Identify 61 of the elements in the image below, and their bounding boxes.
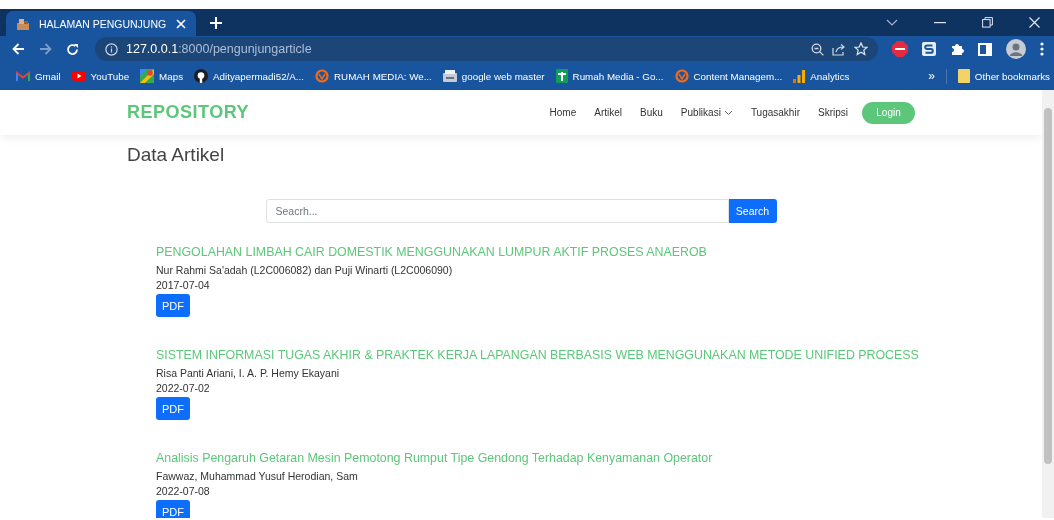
search-field[interactable]: Seacrh...: [265, 199, 729, 223]
scrollbar-thumb[interactable]: [1044, 108, 1052, 464]
round-logo-icon: [194, 69, 209, 83]
close-icon[interactable]: [1029, 17, 1040, 28]
bookmark[interactable]: Adityapermadi52/A...: [213, 70, 304, 82]
pdf-button[interactable]: PDF: [156, 397, 190, 420]
ring-logo-icon: [674, 69, 689, 83]
bookmark[interactable]: Content Managem...: [693, 70, 783, 82]
bookmark[interactable]: Analytics: [810, 70, 850, 82]
zoom-icon[interactable]: [811, 42, 824, 56]
bookmark[interactable]: Rumah Media - Go...: [572, 70, 664, 82]
nav-link[interactable]: Tugasakhir: [750, 107, 800, 118]
back-icon[interactable]: [12, 43, 25, 55]
new-tab-icon[interactable]: [210, 17, 222, 29]
bookmark[interactable]: YouTube: [90, 70, 130, 82]
mail-icon: [16, 70, 30, 82]
bookmark[interactable]: Gmail: [35, 70, 61, 82]
bookmark[interactable]: Other bookmarks: [974, 70, 1050, 82]
ring-logo-icon: [315, 69, 329, 83]
article-authors: Fawwaz, Muhammad Yusuf Herodian, Sam: [156, 469, 359, 484]
restore-icon[interactable]: [982, 17, 993, 28]
avatar-icon[interactable]: [1006, 39, 1026, 59]
search-button[interactable]: Search: [728, 199, 777, 223]
bookmark[interactable]: google web master: [461, 70, 545, 82]
article-authors: Risa Panti Ariani, I. A. P. Hemy Ekayani: [156, 366, 341, 381]
tray-icon: [442, 70, 457, 82]
nav-link[interactable]: Buku: [640, 107, 663, 118]
menu-icon[interactable]: [1040, 42, 1044, 56]
chevron-down-icon[interactable]: [886, 18, 898, 27]
address-bar[interactable]: 127.0.0.1:8000/pengunjungarticle: [95, 37, 878, 61]
star-icon[interactable]: [854, 42, 868, 56]
minimize-icon[interactable]: [934, 21, 946, 24]
info-icon[interactable]: [105, 42, 118, 56]
bookmark[interactable]: RUMAH MEDIA: We...: [334, 70, 432, 82]
article-date: 2022-07-08: [156, 484, 211, 499]
overflow-button[interactable]: »: [928, 69, 935, 83]
nav-link[interactable]: Home: [549, 107, 577, 118]
article-authors: Nur Rahmi Sa'adah (L2C006082) dan Puji Winarti (L2C006090): [156, 263, 454, 278]
bar-chart-icon: [793, 69, 806, 83]
play-icon: [71, 71, 86, 81]
share-icon[interactable]: [832, 42, 846, 56]
reload-icon[interactable]: [66, 42, 79, 56]
side-panel-icon[interactable]: [978, 42, 992, 56]
page-icon: [16, 16, 30, 31]
extension-s-icon[interactable]: [922, 42, 936, 56]
pdf-button[interactable]: PDF: [156, 500, 190, 518]
url-text: 127.0.0.1:8000/pengunjungarticle: [126, 42, 312, 56]
map-icon: [140, 69, 155, 83]
sheet-icon: [555, 69, 568, 83]
stop-sign-icon[interactable]: [892, 41, 908, 57]
nav-link[interactable]: Publikasi: [680, 107, 733, 118]
bookmark[interactable]: Maps: [159, 70, 184, 82]
pdf-button[interactable]: PDF: [156, 294, 190, 317]
folder-icon: [957, 69, 970, 83]
page-title: Data Artikel: [127, 144, 226, 166]
article-date: 2022-07-02: [156, 381, 211, 396]
nav-link[interactable]: Artikel: [594, 107, 623, 118]
puzzle-icon[interactable]: [950, 42, 964, 56]
browser-tab[interactable]: HALAMAN PENGUNJUNG: [6, 11, 196, 36]
nav-link[interactable]: Skripsi: [818, 107, 848, 118]
article-date: 2017-07-04: [156, 278, 211, 293]
